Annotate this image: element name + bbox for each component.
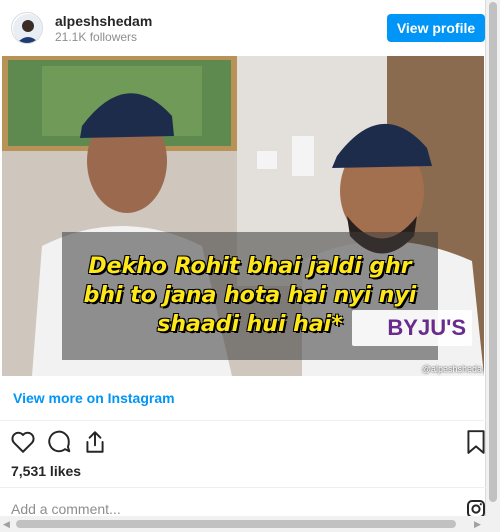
heart-icon[interactable]	[10, 429, 36, 455]
view-profile-button[interactable]: View profile	[387, 14, 485, 42]
horizontal-scrollbar[interactable]: ◀ ▶	[0, 516, 500, 532]
caption-line-2: bhi to jana hota hai nyi nyi	[83, 283, 417, 308]
username[interactable]: alpeshshedam	[55, 13, 152, 29]
avatar-image	[13, 14, 42, 43]
comment-icon[interactable]	[46, 429, 72, 455]
instagram-embed-card: alpeshshedam 21.1K followers View profil…	[0, 0, 486, 518]
view-more-link[interactable]: View more on Instagram	[13, 390, 175, 406]
vertical-scroll-thumb[interactable]	[489, 2, 497, 502]
post-header: alpeshshedam 21.1K followers View profil…	[0, 0, 486, 56]
horizontal-scroll-thumb[interactable]	[16, 520, 456, 528]
caption-line-1: Dekho Rohit bhai jaldi ghr	[88, 254, 412, 279]
avatar[interactable]	[11, 12, 43, 44]
divider	[0, 487, 486, 488]
watermark: @alpeshsheda	[421, 364, 482, 374]
comment-input[interactable]	[11, 501, 311, 517]
like-count[interactable]: 7,531 likes	[11, 463, 81, 479]
sponsor-logo: BYJU'S	[352, 310, 472, 346]
follower-count: 21.1K followers	[55, 30, 138, 44]
scroll-right-arrow-icon[interactable]: ▶	[474, 519, 481, 530]
vertical-scrollbar[interactable]	[486, 0, 500, 516]
divider	[0, 420, 486, 421]
share-icon[interactable]	[82, 429, 108, 455]
post-image[interactable]: Dekho Rohit bhai jaldi ghr bhi to jana h…	[2, 56, 484, 376]
scroll-left-arrow-icon[interactable]: ◀	[3, 519, 10, 530]
